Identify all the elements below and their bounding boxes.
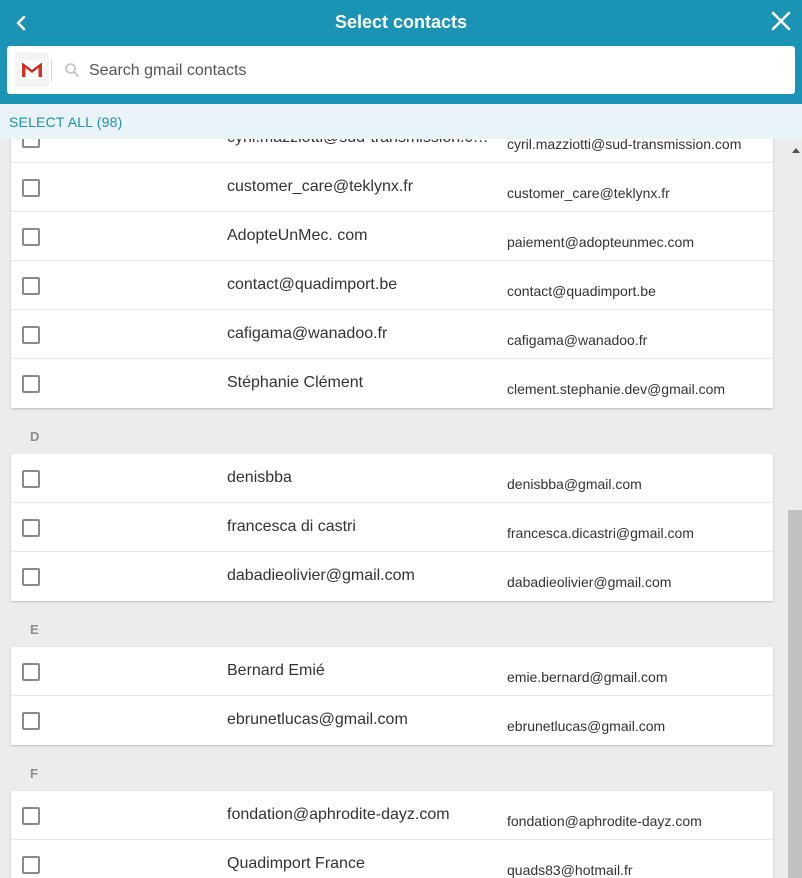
select-all-button[interactable]: SELECT ALL (98) xyxy=(9,114,123,130)
contact-email: cyril.mazziotti@sud-transmission.com xyxy=(507,139,742,152)
contact-email: clement.stephanie.dev@gmail.com xyxy=(507,381,726,397)
contact-email: emie.bernard@gmail.com xyxy=(507,669,668,685)
contact-email: contact@quadimport.be xyxy=(507,283,656,299)
contact-name: Quadimport France xyxy=(227,855,365,872)
contact-row[interactable]: dabadieolivier@gmail.com dabadieolivier@g… xyxy=(11,552,773,601)
contact-name: cafigama@wanadoo.fr xyxy=(227,325,388,342)
contact-email: customer_care@teklynx.fr xyxy=(507,185,670,201)
contact-row[interactable]: contact@quadimport.be contact@quadimport.… xyxy=(11,261,773,310)
contact-row[interactable]: francesca di castri francesca.dicastri@gm… xyxy=(11,503,773,552)
contact-row[interactable]: denisbba denisbba@gmail.com xyxy=(11,454,773,503)
select-all-bar: SELECT ALL (98) xyxy=(0,104,802,139)
contact-name: francesca di castri xyxy=(227,518,356,535)
contact-group-card: denisbba denisbba@gmail.com francesca di c… xyxy=(11,454,773,601)
gmail-provider-button[interactable] xyxy=(15,53,49,87)
contact-email: cafigama@wanadoo.fr xyxy=(507,332,648,348)
contact-checkbox[interactable] xyxy=(22,179,40,197)
contact-name: cyril.mazziotti@sud-transmission.com xyxy=(227,139,492,147)
section-letter: E xyxy=(30,622,39,637)
contact-name: contact@quadimport.be xyxy=(227,276,398,293)
contact-group-card: fondation@aphrodite-dayz.com fondation@ap… xyxy=(11,791,773,878)
contact-row[interactable]: ebrunetlucas@gmail.com ebrunetlucas@gmail… xyxy=(11,696,773,745)
search-input[interactable] xyxy=(87,56,781,86)
contact-name: customer_care@teklynx.fr xyxy=(227,178,414,195)
contact-name: AdopteUnMec. com xyxy=(227,227,368,244)
contact-row[interactable]: customer_care@teklynx.fr customer_care@te… xyxy=(11,163,773,212)
contact-name: fondation@aphrodite-dayz.com xyxy=(227,806,450,823)
contact-checkbox[interactable] xyxy=(22,326,40,344)
contact-checkbox[interactable] xyxy=(22,277,40,295)
contact-checkbox[interactable] xyxy=(22,519,40,537)
contact-email: fondation@aphrodite-dayz.com xyxy=(507,813,702,829)
search-divider xyxy=(51,59,52,81)
contact-name: Stéphanie Clément xyxy=(227,374,364,391)
contact-row[interactable]: Quadimport France quads83@hotmail.fr xyxy=(11,840,773,878)
contact-name: Bernard Emié xyxy=(227,662,325,679)
contact-row[interactable]: AdopteUnMec. com paiement@adopteunmec.com xyxy=(11,212,773,261)
contact-row[interactable]: Bernard Emié emie.bernard@gmail.com xyxy=(11,647,773,696)
contact-checkbox[interactable] xyxy=(22,375,40,393)
contact-checkbox[interactable] xyxy=(22,712,40,730)
close-icon xyxy=(771,11,791,31)
section-letter: D xyxy=(30,429,40,444)
contact-checkbox[interactable] xyxy=(22,807,40,825)
app-header: Select contacts xyxy=(0,0,802,104)
section-letter: F xyxy=(30,766,38,781)
contact-email: paiement@adopteunmec.com xyxy=(507,234,694,250)
contact-checkbox[interactable] xyxy=(22,568,40,586)
contact-checkbox[interactable] xyxy=(22,856,40,874)
contact-row[interactable]: cafigama@wanadoo.fr cafigama@wanadoo.fr xyxy=(11,310,773,359)
contact-email: ebrunetlucas@gmail.com xyxy=(507,718,666,734)
contact-row[interactable]: cyril.mazziotti@sud-transmission.com cyri… xyxy=(11,139,773,163)
gmail-icon xyxy=(20,61,44,79)
contact-checkbox[interactable] xyxy=(22,139,40,148)
contact-email: dabadieolivier@gmail.com xyxy=(507,574,672,590)
contact-email: quads83@hotmail.fr xyxy=(507,862,633,878)
contact-row[interactable]: fondation@aphrodite-dayz.com fondation@ap… xyxy=(11,791,773,840)
search-box xyxy=(7,46,795,94)
contact-name: ebrunetlucas@gmail.com xyxy=(227,711,408,728)
contact-name: dabadieolivier@gmail.com xyxy=(227,567,415,584)
search-icon xyxy=(65,63,79,77)
contact-row[interactable]: Stéphanie Clément clement.stephanie.dev@g… xyxy=(11,359,773,408)
scroll-up-arrow[interactable] xyxy=(790,146,802,154)
contact-checkbox[interactable] xyxy=(22,228,40,246)
contacts-list[interactable]: cyril.mazziotti@sud-transmission.com cyri… xyxy=(0,139,802,878)
scrollbar-thumb[interactable] xyxy=(788,510,802,878)
contact-checkbox[interactable] xyxy=(22,470,40,488)
page-title: Select contacts xyxy=(334,12,468,32)
contact-name: denisbba xyxy=(227,469,292,486)
contact-email: denisbba@gmail.com xyxy=(507,476,642,492)
close-button[interactable] xyxy=(770,10,792,32)
contact-group-card: Bernard Emié emie.bernard@gmail.com ebrune… xyxy=(11,647,773,745)
contact-group-card: cyril.mazziotti@sud-transmission.com cyri… xyxy=(11,139,773,408)
contact-email: francesca.dicastri@gmail.com xyxy=(507,525,694,541)
contact-checkbox[interactable] xyxy=(22,663,40,681)
